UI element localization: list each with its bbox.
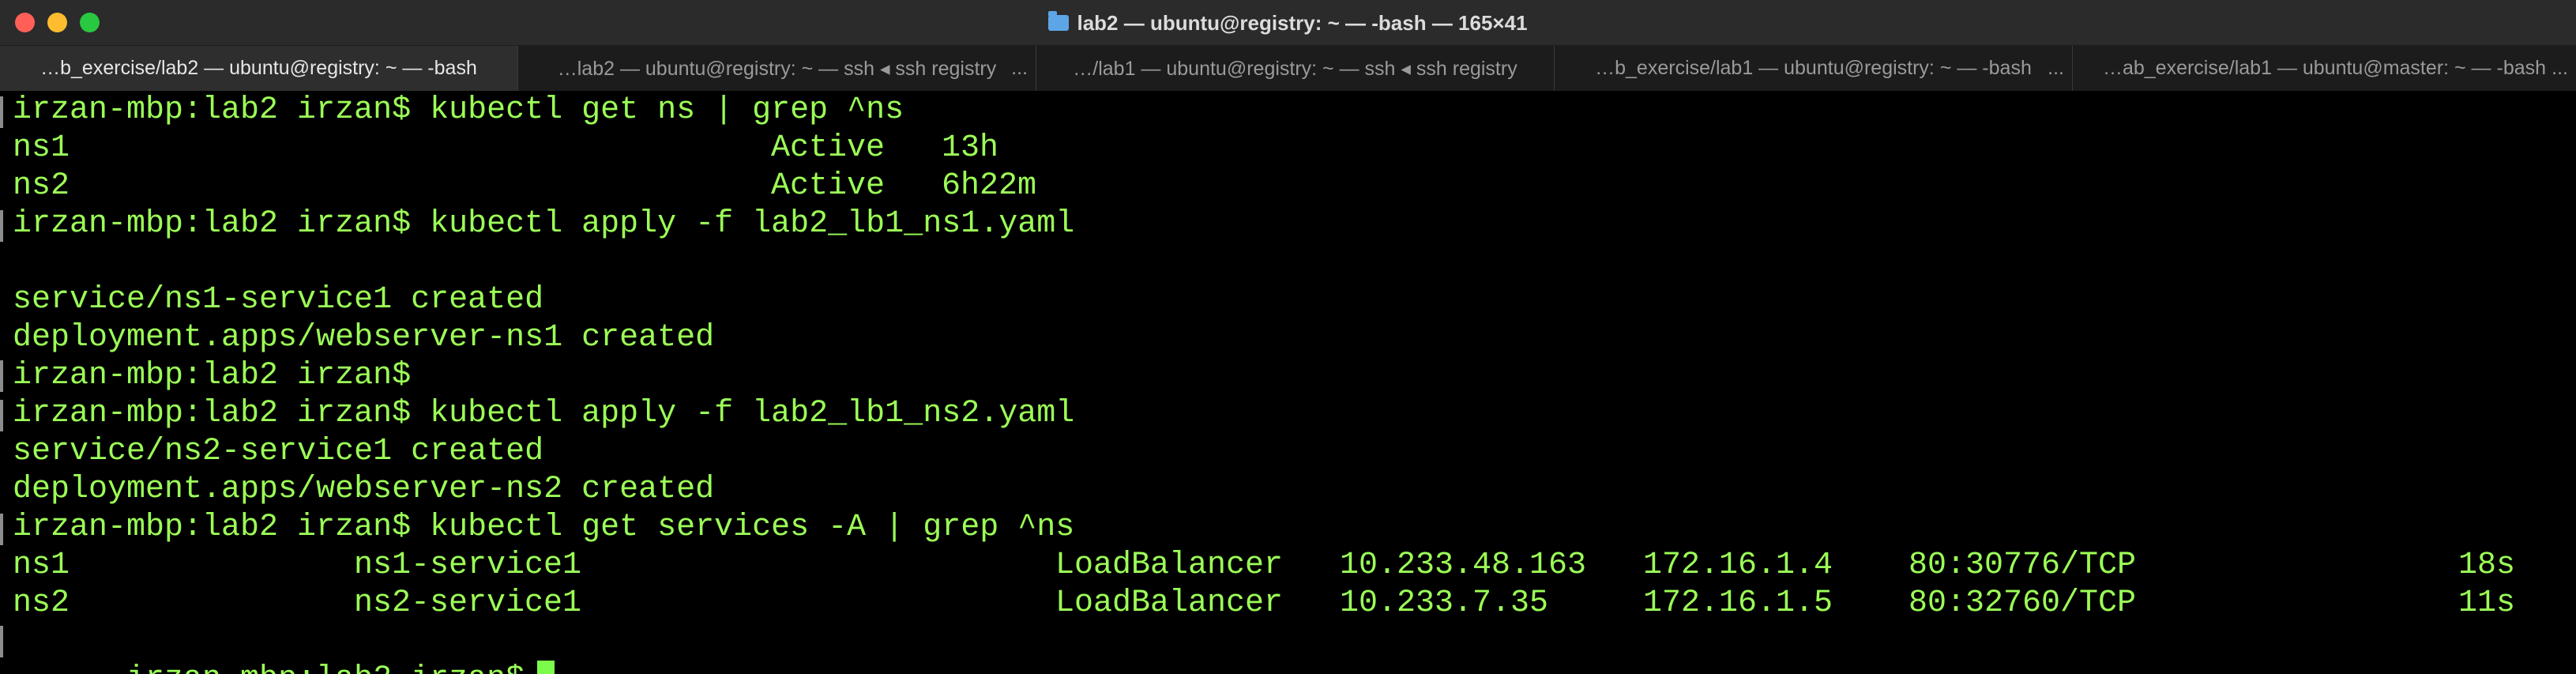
svc-name: ns2-service1	[354, 586, 582, 621]
terminal-line: irzan-mbp:lab2 irzan$ kubectl apply -f l…	[13, 206, 1075, 242]
terminal-line: service/ns2-service1 created	[13, 434, 544, 469]
folder-icon	[1048, 11, 1070, 31]
svc-namespace: ns1	[13, 548, 70, 583]
ns-status: Active	[771, 168, 886, 204]
title-bar[interactable]: lab2 — ubuntu@registry: ~ — -bash — 165×…	[0, 0, 2576, 46]
more-icon: ...	[1011, 57, 1028, 79]
terminal-line: irzan-mbp:lab2 irzan$ kubectl get servic…	[13, 510, 1075, 545]
svc-cluster-ip: 10.233.7.35	[1340, 586, 1549, 621]
ns-age: 6h22m	[942, 168, 1037, 204]
tab-lab1-registry-bash[interactable]: …b_exercise/lab1 — ubuntu@registry: ~ — …	[1555, 46, 2073, 91]
mark-indicator	[0, 626, 3, 657]
svc-type: LoadBalancer	[1055, 548, 1284, 583]
ns-row: ns2 Active 6h22m	[13, 168, 1119, 205]
tab-lab2-registry-bash[interactable]: …b_exercise/lab2 — ubuntu@registry: ~ — …	[0, 46, 518, 91]
svc-type: LoadBalancer	[1055, 586, 1284, 621]
more-icon: ...	[2048, 57, 2064, 79]
mark-indicator	[0, 514, 3, 545]
svc-age: 11s	[2458, 586, 2516, 621]
svc-namespace: ns2	[13, 586, 70, 621]
tab-label: …b_exercise/lab1 — ubuntu@registry: ~ — …	[1595, 57, 2032, 79]
svc-external-ip: 172.16.1.4	[1643, 548, 1833, 583]
ns-age: 13h	[942, 130, 999, 166]
ns-name: ns1	[13, 130, 70, 166]
tab-label: …b_exercise/lab2 — ubuntu@registry: ~ — …	[40, 57, 477, 79]
terminal-output[interactable]: irzan-mbp:lab2 irzan$ kubectl get ns | g…	[0, 92, 2576, 674]
svc-cluster-ip: 10.233.48.163	[1340, 548, 1587, 583]
mark-indicator	[0, 360, 3, 392]
tab-bar: …b_exercise/lab2 — ubuntu@registry: ~ — …	[0, 46, 2576, 91]
mark-indicator	[0, 400, 3, 431]
terminal-window: lab2 — ubuntu@registry: ~ — -bash — 165×…	[0, 0, 2576, 674]
svc-row: ns2 ns2-service1 LoadBalancer 10.233.7.3…	[13, 585, 2556, 623]
tab-label: …lab2 — ubuntu@registry: ~ — ssh ◂ ssh r…	[557, 57, 997, 80]
tab-label: …/lab1 — ubuntu@registry: ~ — ssh ◂ ssh …	[1073, 57, 1517, 80]
window-title-text: lab2 — ubuntu@registry: ~ — -bash — 165×…	[1077, 10, 1528, 35]
svc-ports: 80:30776/TCP	[1908, 548, 2137, 583]
ns-row: ns1 Active 13h	[13, 130, 1119, 168]
terminal-line: service/ns1-service1 created	[13, 282, 544, 318]
prompt-text: irzan-mbp:lab2 irzan$	[126, 661, 525, 674]
terminal-line: deployment.apps/webserver-ns2 created	[13, 472, 715, 507]
ns-status: Active	[771, 130, 886, 166]
svc-row: ns1 ns1-service1 LoadBalancer 10.233.48.…	[13, 547, 2556, 585]
ns-name: ns2	[13, 168, 70, 204]
svc-ports: 80:32760/TCP	[1908, 586, 2137, 621]
svc-external-ip: 172.16.1.5	[1643, 586, 1833, 621]
mark-indicator	[0, 96, 3, 128]
terminal-line: irzan-mbp:lab2 irzan$	[13, 358, 412, 393]
window-title: lab2 — ubuntu@registry: ~ — -bash — 165×…	[0, 0, 2576, 46]
svc-name: ns1-service1	[354, 548, 582, 583]
text-cursor	[537, 661, 555, 674]
tab-label: …ab_exercise/lab1 — ubuntu@master: ~ — -…	[2102, 57, 2547, 79]
tab-lab2-registry-ssh[interactable]: …lab2 — ubuntu@registry: ~ — ssh ◂ ssh r…	[518, 46, 1036, 91]
tab-lab1-registry-ssh[interactable]: …/lab1 — ubuntu@registry: ~ — ssh ◂ ssh …	[1036, 46, 1555, 91]
mark-indicator	[0, 210, 3, 242]
terminal-line: irzan-mbp:lab2 irzan$ kubectl get ns | g…	[13, 92, 904, 128]
more-icon: ...	[2552, 57, 2568, 79]
tab-lab1-master-bash[interactable]: …ab_exercise/lab1 — ubuntu@master: ~ — -…	[2073, 46, 2576, 91]
terminal-line: deployment.apps/webserver-ns1 created	[13, 320, 715, 356]
svc-age: 18s	[2458, 548, 2516, 583]
prompt-line[interactable]: irzan-mbp:lab2 irzan$	[13, 623, 555, 674]
terminal-line: irzan-mbp:lab2 irzan$ kubectl apply -f l…	[13, 396, 1075, 431]
